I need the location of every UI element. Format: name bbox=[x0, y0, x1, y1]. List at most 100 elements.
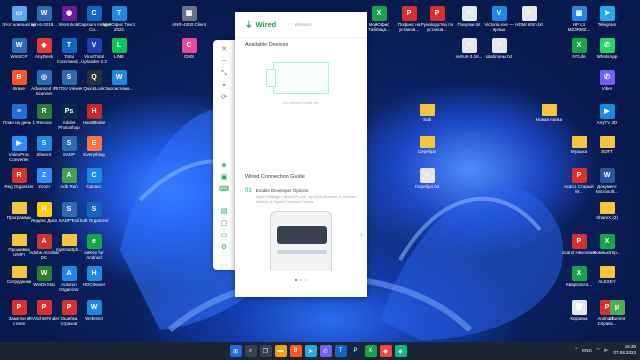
desktop-icon[interactable]: ≡ Покупки.txt bbox=[452, 6, 486, 27]
desktop-icon[interactable]: ➤ Telegram bbox=[590, 6, 624, 27]
desktop-icon[interactable]: Новая папка bbox=[532, 104, 566, 122]
desktop-icon[interactable]: e eaKey for Android bbox=[77, 234, 111, 260]
desktop-icon[interactable]: SOFT bbox=[590, 136, 624, 154]
desktop-icon-glyph: W bbox=[599, 168, 615, 183]
desktop-icon[interactable]: H HandBrake bbox=[77, 104, 111, 125]
excel-icon[interactable]: X bbox=[364, 345, 377, 357]
more-icon[interactable]: ··· bbox=[213, 260, 235, 272]
desktop-icon[interactable]: μ uTorrent bbox=[600, 300, 634, 321]
desktop-icon[interactable]: ▶ AnyTV 3D bbox=[590, 104, 624, 125]
desktop-icon[interactable]: ✆ Viber bbox=[590, 70, 624, 91]
desktop-icon-label: WhatsApp bbox=[596, 54, 618, 59]
desktop-icon[interactable]: V Victoria.exe — ярлык bbox=[482, 6, 516, 32]
brave-icon[interactable]: B bbox=[289, 345, 302, 357]
rotate-icon[interactable]: ⟳ bbox=[213, 92, 235, 104]
desktop-icon-glyph: ✆ bbox=[599, 70, 615, 85]
resize-icon[interactable]: ⤡ bbox=[213, 68, 235, 80]
desktop-icon-glyph: ≡ bbox=[461, 38, 477, 53]
next-arrow-icon[interactable]: › bbox=[360, 230, 363, 239]
desktop-icon-label: HandBrake bbox=[82, 120, 106, 125]
guide-title: Wired Connection Guide bbox=[245, 174, 305, 180]
mirror-icon[interactable]: ◈ bbox=[213, 160, 235, 172]
connection-panel: ⏚ Wired ◠ Wireless Available Devices No … bbox=[235, 12, 367, 297]
desktop-icon-glyph bbox=[11, 234, 27, 246]
anydesk-icon[interactable]: ◆ bbox=[379, 345, 392, 357]
language-indicator[interactable]: ENG bbox=[582, 348, 592, 353]
desktop-icon[interactable]: E Everything bbox=[77, 136, 111, 157]
desktop-icon[interactable]: L LINE bbox=[102, 38, 136, 59]
search-icon[interactable]: ⌕ bbox=[244, 345, 257, 357]
total-commander-icon[interactable]: T bbox=[334, 345, 347, 357]
wifi-tray-icon[interactable]: ◠ bbox=[596, 347, 600, 353]
photoshop-icon[interactable]: P bbox=[349, 345, 362, 357]
desktop-icon[interactable]: Серебро bbox=[410, 136, 444, 154]
desktop-icon[interactable]: H HDCleaner bbox=[77, 266, 111, 287]
pin-icon[interactable]: ⌖ bbox=[213, 80, 235, 92]
desktop-icon[interactable]: ≡ Шаблоны.txt bbox=[482, 38, 516, 59]
desktop-icon-glyph: ≡ bbox=[521, 6, 537, 21]
desktop-icon[interactable]: C CMS bbox=[172, 38, 206, 59]
telegram-icon[interactable]: ➤ bbox=[304, 345, 317, 357]
desktop-icon[interactable]: ≡ Серебро.txt bbox=[410, 168, 444, 189]
desktop-icon-glyph: Q bbox=[86, 70, 102, 85]
task-view-icon[interactable]: ❐ bbox=[259, 345, 272, 357]
desktop-icon[interactable]: X Компьютер... bbox=[590, 234, 624, 255]
desktop-icon-label: Telegram bbox=[597, 22, 617, 27]
step-description: Open Settings > About Phone, tap Build N… bbox=[255, 195, 356, 204]
desktop-icon[interactable]: ≡ nvKun-3.18... bbox=[452, 38, 486, 59]
desktop-icon-glyph: 🗑 bbox=[571, 300, 587, 315]
desktop-icon[interactable]: W Экосистема... bbox=[102, 70, 136, 91]
record-icon[interactable]: ▢ bbox=[213, 218, 235, 230]
mirror-app-icon[interactable]: ◈ bbox=[394, 345, 407, 357]
taskbar: ⊞ ⌕ ❐ ▬ B ➤ ✆ T P X ◆ ◈ ⌃ ENG ◠ 🔈 16:30 … bbox=[0, 342, 640, 360]
desktop-icon-glyph: B bbox=[11, 70, 27, 85]
desktop-icon[interactable]: P Руководство по установ... bbox=[420, 6, 454, 32]
folder-icon[interactable]: ▭ bbox=[213, 230, 235, 242]
desktop-icon-label: Сапасс bbox=[86, 184, 102, 189]
tab-wired[interactable]: ⏚ Wired bbox=[245, 19, 276, 30]
file-icon[interactable]: ▤ bbox=[213, 206, 235, 218]
screenshot-icon[interactable]: ▣ bbox=[213, 172, 235, 184]
carousel-dot[interactable] bbox=[305, 279, 307, 281]
desktop-icon[interactable]: C Сапасс bbox=[77, 168, 111, 189]
desktop-icon[interactable]: T МойОфис Текст 2022 bbox=[102, 6, 136, 32]
desktop-icon-glyph: ▦ bbox=[571, 6, 587, 21]
carousel-dot[interactable] bbox=[300, 279, 302, 281]
tab-wireless[interactable]: ◠ Wireless bbox=[288, 22, 311, 28]
tray-chevron-icon[interactable]: ⌃ bbox=[574, 347, 578, 353]
desktop-icon-label: eaKey for Android bbox=[84, 250, 104, 260]
volume-icon[interactable]: 🔈 bbox=[604, 347, 610, 353]
desktop-icon[interactable]: ▦ ANR-4200 Client bbox=[172, 6, 206, 27]
desktop-icon[interactable]: W WebIntel bbox=[77, 300, 111, 321]
desktop-icon-label: nvKun-3.18... bbox=[455, 54, 483, 59]
desktop-icon[interactable]: 🗑 Корзина bbox=[562, 300, 596, 321]
desktop-icon[interactable]: Pscan1 Старый М... bbox=[562, 168, 596, 194]
settings-icon[interactable]: ⚙ bbox=[213, 242, 235, 254]
desktop-icon[interactable]: S Soft Organizer bbox=[77, 202, 111, 223]
close-icon[interactable]: ✕ bbox=[213, 44, 235, 56]
desktop-icon-label: Компьютер... bbox=[593, 250, 621, 255]
desktop-icon[interactable]: X Кварплата... bbox=[562, 266, 596, 287]
clock-date: 07.08.2023 bbox=[613, 350, 636, 355]
carousel-dot[interactable] bbox=[295, 279, 297, 281]
start-icon[interactable]: ⊞ bbox=[229, 345, 242, 357]
system-tray: ⌃ ENG ◠ 🔈 16:30 07.08.2023 bbox=[574, 344, 636, 356]
desktop-icon-glyph: W bbox=[36, 6, 52, 21]
desktop-icon-glyph: W bbox=[86, 300, 102, 315]
clock[interactable]: 16:30 07.08.2023 bbox=[613, 344, 636, 356]
desktop-icon-label: Корзина bbox=[570, 316, 588, 321]
desktop-icon-glyph: ✆ bbox=[599, 38, 615, 53]
minimize-icon[interactable]: − bbox=[213, 56, 235, 68]
keyboard-icon[interactable]: ⌨ bbox=[213, 184, 235, 196]
desktop-icon[interactable]: ≡ HDMI 60m.txt bbox=[512, 6, 546, 27]
desktop-icon-label: Серебро.txt bbox=[414, 184, 440, 189]
file-explorer-icon[interactable]: ▬ bbox=[274, 345, 287, 357]
desktop-icon[interactable]: Sub bbox=[410, 104, 444, 122]
desktop-icon[interactable]: ShareX (2) bbox=[590, 202, 624, 220]
desktop-icon-label: WebIntel bbox=[85, 316, 103, 321]
desktop-icon[interactable]: ✆ WhatsApp bbox=[590, 38, 624, 59]
viber-icon[interactable]: ✆ bbox=[319, 345, 332, 357]
desktop-icon-glyph: ▦ bbox=[181, 6, 197, 21]
desktop-icon[interactable]: X МойОфис Таблица... bbox=[362, 6, 396, 32]
desktop-icon-label: Sub bbox=[422, 117, 431, 122]
